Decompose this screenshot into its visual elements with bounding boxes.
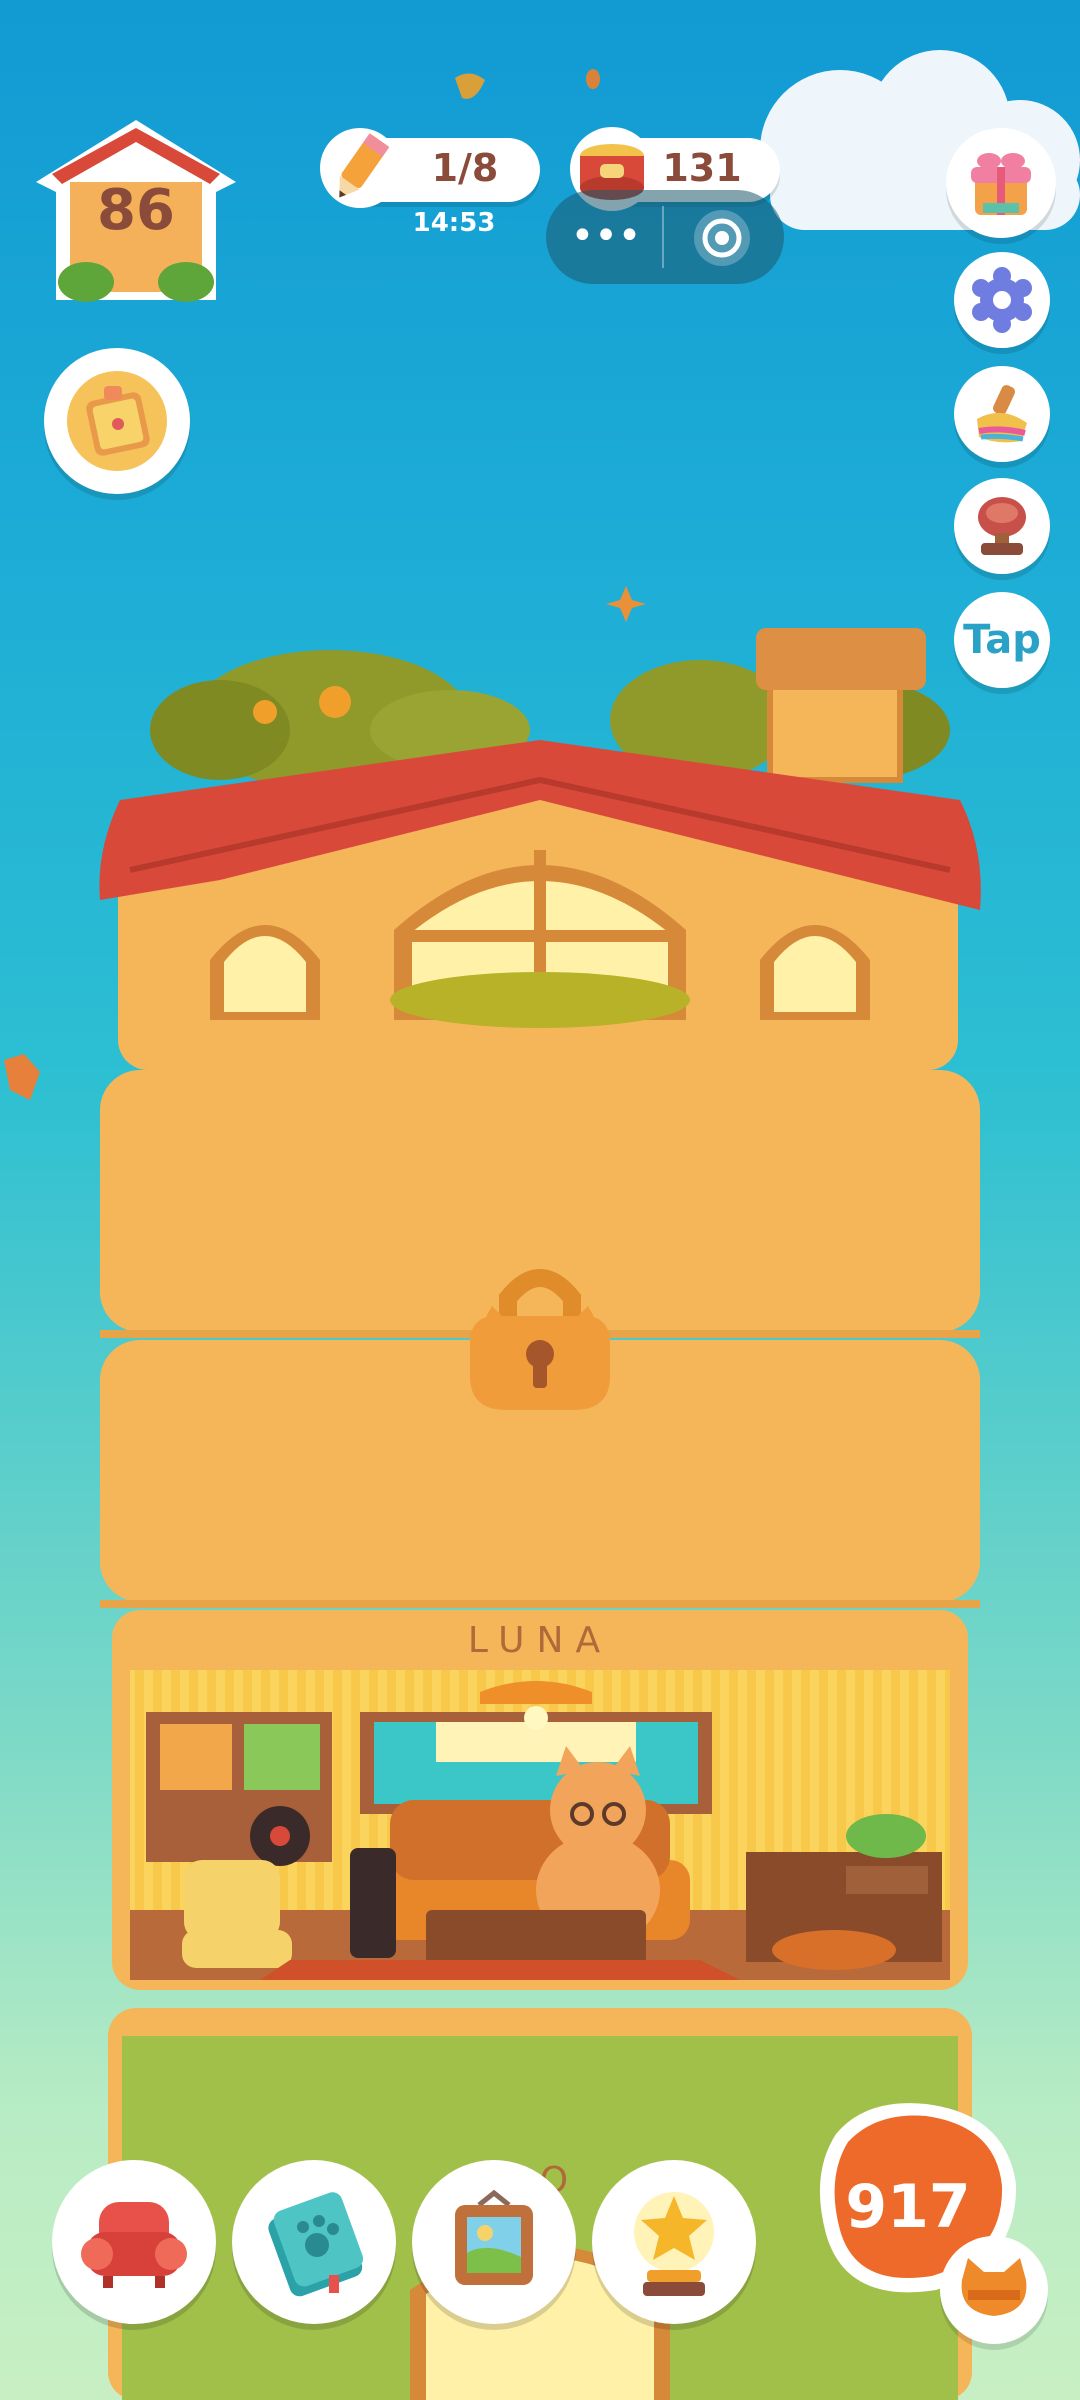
stamp-button[interactable] — [954, 478, 1050, 574]
cat-profile-button[interactable] — [940, 2236, 1048, 2344]
settings-button[interactable] — [954, 252, 1050, 348]
waffle-board-icon — [67, 371, 167, 471]
overlay-divider — [662, 206, 664, 268]
falling-leaf-icon — [586, 69, 600, 89]
house-level-value: 86 — [97, 178, 175, 243]
quest-board-button[interactable] — [44, 348, 190, 494]
furniture-button[interactable] — [52, 2160, 216, 2324]
target-close-icon[interactable] — [690, 206, 754, 270]
gallery-button[interactable] — [412, 2160, 576, 2324]
room-name-label: LUNA — [467, 1620, 613, 1661]
paint-button[interactable] — [954, 366, 1050, 462]
more-options-button[interactable]: ••• — [560, 208, 652, 264]
shop-gift-icon — [971, 153, 1031, 215]
house-level-badge[interactable]: 86 — [26, 112, 246, 312]
pencil-icon — [320, 128, 400, 208]
shop-gift-button[interactable] — [946, 128, 1056, 238]
floor-padlock-icon[interactable] — [462, 1258, 618, 1418]
settings-gear-icon — [972, 267, 1032, 333]
currency-amount: 917 — [845, 2172, 971, 2242]
stamp-icon — [978, 497, 1026, 555]
paw-book-icon — [268, 2192, 364, 2297]
cat-face-icon — [961, 2258, 1027, 2316]
pencil-timer: 14:53 — [412, 208, 496, 238]
falling-leaf-icon — [455, 73, 485, 99]
pencil-count: 1/8 — [431, 146, 499, 190]
cat-book-button[interactable] — [232, 2160, 396, 2324]
trophy-icon — [634, 2192, 714, 2296]
picture-frame-icon — [455, 2189, 533, 2285]
armchair-icon — [81, 2202, 187, 2288]
paint-brush-icon — [977, 385, 1027, 443]
trophy-button[interactable] — [592, 2160, 756, 2324]
